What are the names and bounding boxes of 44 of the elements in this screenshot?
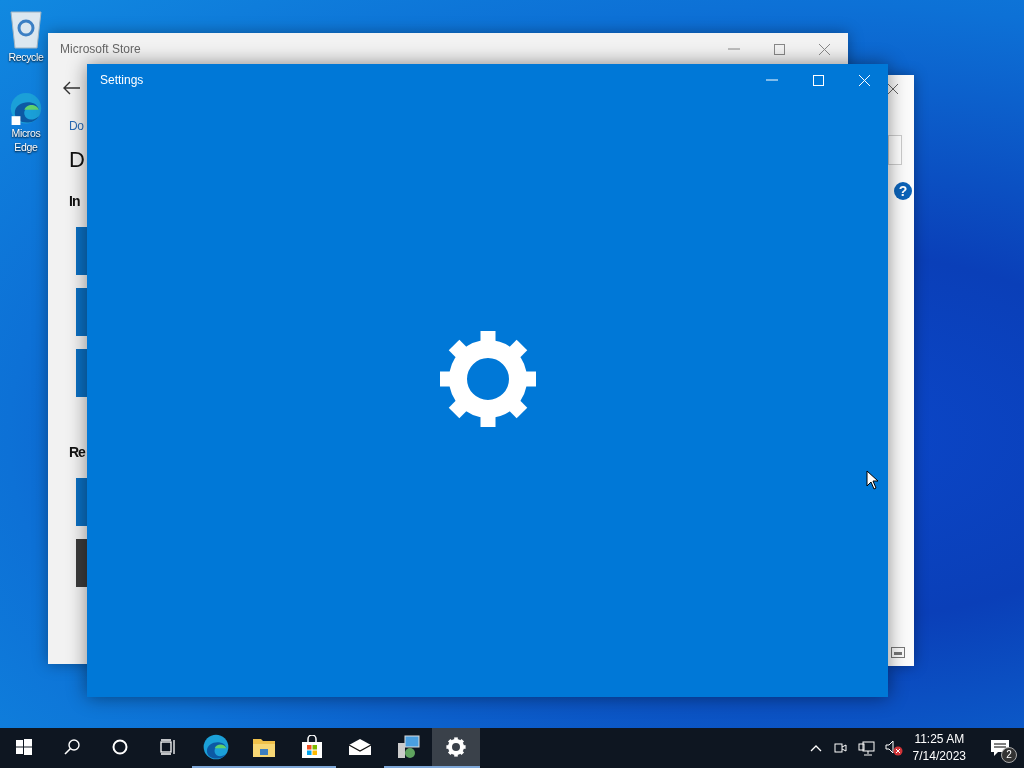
chevron-up-icon[interactable] <box>809 744 822 752</box>
recycle-bin-icon[interactable] <box>7 8 45 50</box>
app-tile[interactable] <box>76 227 87 275</box>
close-icon[interactable] <box>888 84 898 94</box>
app-tile[interactable] <box>76 539 87 587</box>
search-icon <box>64 739 80 755</box>
task-view-icon <box>160 739 176 755</box>
gear-icon <box>439 330 536 427</box>
help-icon[interactable]: ? <box>894 182 912 200</box>
edge-icon[interactable] <box>10 92 42 126</box>
control-panel-icon <box>396 735 420 759</box>
folder-icon <box>252 736 276 758</box>
clock[interactable]: 11:25 AM 7/14/2023 <box>912 731 966 765</box>
section-title: Re <box>69 444 85 460</box>
camera-icon[interactable] <box>831 740 848 756</box>
window-title: Settings <box>100 73 144 87</box>
image-icon[interactable] <box>891 647 905 658</box>
volume-muted-icon[interactable] <box>884 740 903 756</box>
breadcrumb-link[interactable]: Do <box>69 119 84 133</box>
shopping-bag-icon <box>300 735 324 759</box>
edge-icon <box>203 734 229 760</box>
app-tile[interactable] <box>76 288 87 336</box>
app-tile[interactable] <box>76 478 87 526</box>
close-icon[interactable] <box>819 43 830 55</box>
notification-count-badge: 2 <box>1001 747 1017 763</box>
network-icon[interactable] <box>857 740 875 756</box>
clock-date: 7/14/2023 <box>912 748 966 765</box>
circle-icon <box>112 739 128 755</box>
window-title: Microsoft Store <box>60 42 141 56</box>
envelope-icon <box>348 738 372 756</box>
gear-icon <box>446 737 466 757</box>
page-heading: D <box>69 147 85 173</box>
app-tile[interactable] <box>76 349 87 397</box>
settings-taskbar-button[interactable] <box>432 728 480 768</box>
search-field[interactable] <box>888 135 902 165</box>
desktop-icon-label[interactable]: Micros <box>11 126 41 140</box>
maximize-icon[interactable] <box>774 43 785 55</box>
back-arrow-icon[interactable] <box>63 81 80 95</box>
section-title: In <box>69 193 80 209</box>
desktop-icon-label[interactable]: Edge <box>14 140 38 154</box>
windows-logo-icon <box>16 739 32 755</box>
cursor-icon <box>866 470 879 490</box>
desktop-icon-label[interactable]: Recycle <box>8 50 44 64</box>
clock-time: 11:25 AM <box>914 731 965 748</box>
